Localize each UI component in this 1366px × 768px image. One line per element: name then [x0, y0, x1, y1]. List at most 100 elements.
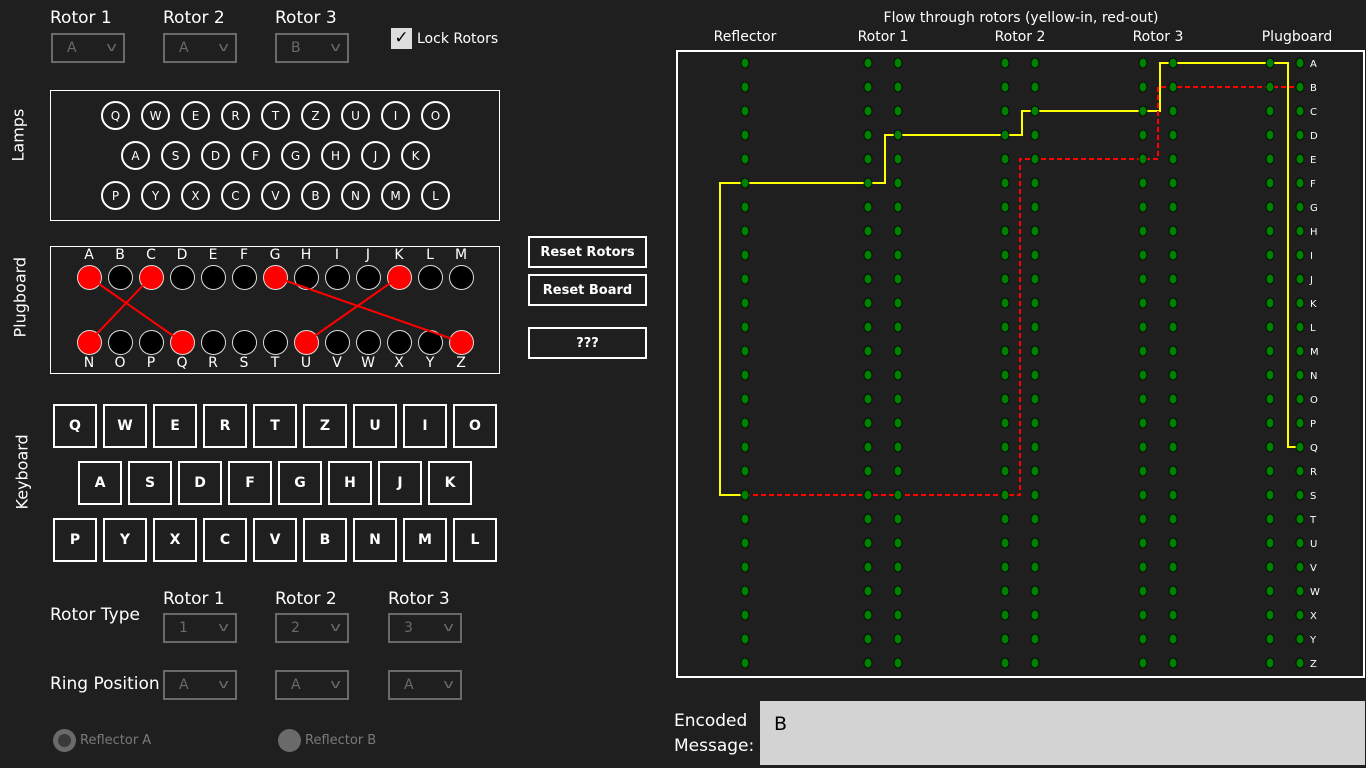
contact-dot-h: [863, 225, 873, 237]
contact-dot-o: [1030, 393, 1040, 405]
contact-dot-r: [1138, 465, 1148, 477]
flow-letter-o: O: [1310, 395, 1318, 406]
contact-dot-u: [1295, 537, 1305, 549]
contact-dot-k: [863, 297, 873, 309]
flow-letter-x: X: [1310, 611, 1317, 622]
contact-dot-p: [740, 417, 750, 429]
contact-dot-f: [1168, 177, 1178, 189]
flow-letter-t: T: [1309, 515, 1317, 526]
contact-dot-i: [1030, 249, 1040, 261]
contact-dot-c: [893, 105, 903, 117]
contact-dot-i: [893, 249, 903, 261]
contact-dot-s: [1265, 489, 1275, 501]
contact-dot-n: [1138, 369, 1148, 381]
contact-dot-t: [1030, 513, 1040, 525]
contact-dot-g: [1168, 201, 1178, 213]
contact-dot-n: [1030, 369, 1040, 381]
contact-dot-d: [1168, 129, 1178, 141]
contact-dot-n: [1168, 369, 1178, 381]
reflector-a-radio[interactable]: [53, 729, 76, 752]
contact-dot-r: [1000, 465, 1010, 477]
contact-dot-i: [1265, 249, 1275, 261]
contact-dot-f: [1030, 177, 1040, 189]
contact-dot-c: [1138, 105, 1148, 117]
contact-dot-j: [740, 273, 750, 285]
contact-dot-e: [1030, 153, 1040, 165]
encoded-message-box[interactable]: B: [760, 701, 1365, 765]
signal-in-path: [719, 62, 1300, 496]
contact-dot-m: [1138, 345, 1148, 357]
reflector-b-radio[interactable]: [278, 729, 301, 752]
contact-dot-x: [1168, 609, 1178, 621]
contact-dot-c: [1030, 105, 1040, 117]
contact-dot-z: [863, 657, 873, 669]
contact-dot-u: [740, 537, 750, 549]
flow-letter-s: S: [1310, 491, 1316, 502]
contact-dot-n: [1000, 369, 1010, 381]
contact-dot-b: [1000, 81, 1010, 93]
contact-dot-t: [740, 513, 750, 525]
contact-dot-x: [1030, 609, 1040, 621]
contact-dot-p: [1265, 417, 1275, 429]
contact-dot-p: [1030, 417, 1040, 429]
contact-dot-s: [740, 489, 750, 501]
contact-dot-y: [1138, 633, 1148, 645]
contact-dot-s: [1168, 489, 1178, 501]
contact-dot-q: [1265, 441, 1275, 453]
contact-dot-m: [863, 345, 873, 357]
contact-dot-y: [1295, 633, 1305, 645]
contact-dot-d: [1265, 129, 1275, 141]
contact-dot-h: [1030, 225, 1040, 237]
flow-letter-i: I: [1310, 251, 1313, 262]
contact-dot-l: [1295, 321, 1305, 333]
contact-dot-a: [740, 57, 750, 69]
contact-dot-r: [1265, 465, 1275, 477]
contact-dot-k: [1168, 297, 1178, 309]
contact-dot-p: [1295, 417, 1305, 429]
contact-dot-t: [1168, 513, 1178, 525]
contact-dot-j: [1295, 273, 1305, 285]
contact-dot-g: [1030, 201, 1040, 213]
contact-dot-z: [740, 657, 750, 669]
contact-dot-b: [1265, 81, 1275, 93]
signal-out-path: [745, 86, 1300, 496]
contact-dot-u: [863, 537, 873, 549]
contact-dot-h: [1295, 225, 1305, 237]
contact-dot-c: [1295, 105, 1305, 117]
contact-dot-d: [1000, 129, 1010, 141]
contact-dot-r: [893, 465, 903, 477]
flow-diagram: A B C D E F G H I J K L M N O P Q R S T U V W X Y Z: [719, 57, 1320, 670]
contact-dot-b: [1295, 81, 1305, 93]
contact-dot-m: [1168, 345, 1178, 357]
contact-dot-d: [740, 129, 750, 141]
contact-dot-o: [1295, 393, 1305, 405]
contact-dot-a: [1000, 57, 1010, 69]
contact-dot-z: [1000, 657, 1010, 669]
contact-dot-j: [863, 273, 873, 285]
contact-dot-h: [1000, 225, 1010, 237]
contact-dot-z: [893, 657, 903, 669]
contact-dot-w: [1168, 585, 1178, 597]
contact-dot-w: [893, 585, 903, 597]
contact-dot-r: [863, 465, 873, 477]
flow-letter-v: V: [1310, 563, 1317, 574]
contact-dot-v: [863, 561, 873, 573]
contact-dot-w: [740, 585, 750, 597]
contact-dot-e: [1295, 153, 1305, 165]
contact-dot-o: [1265, 393, 1275, 405]
contact-dot-u: [1168, 537, 1178, 549]
contact-dot-n: [863, 369, 873, 381]
contact-dot-u: [1265, 537, 1275, 549]
contact-dot-i: [863, 249, 873, 261]
contact-dot-t: [1295, 513, 1305, 525]
flow-letter-c: C: [1310, 107, 1317, 118]
contact-dot-q: [1295, 441, 1305, 453]
reflector-b-label: Reflector B: [305, 733, 377, 748]
contact-dot-s: [1030, 489, 1040, 501]
contact-dot-f: [1295, 177, 1305, 189]
contact-dot-p: [863, 417, 873, 429]
flow-letter-b: B: [1310, 83, 1317, 94]
contact-dot-v: [1295, 561, 1305, 573]
contact-dot-o: [893, 393, 903, 405]
contact-dot-q: [1138, 441, 1148, 453]
